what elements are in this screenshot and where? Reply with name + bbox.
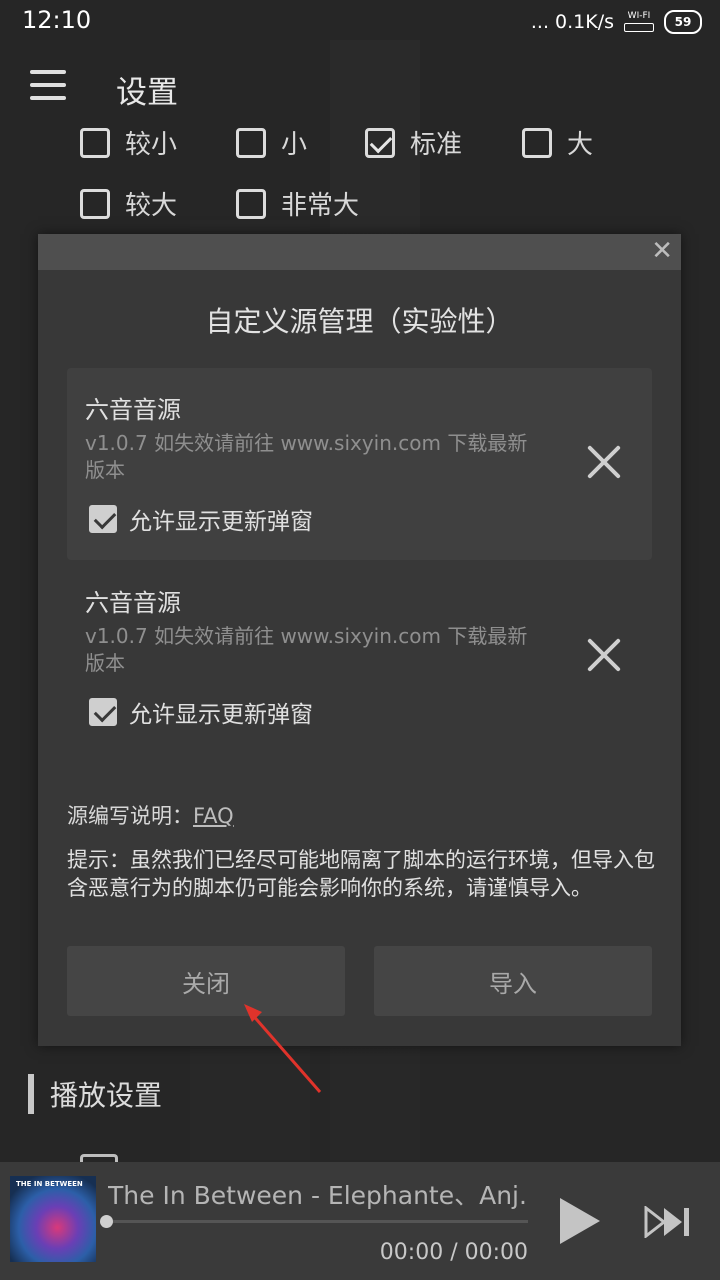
allow-update-popup-checkbox[interactable]: 允许显示更新弹窗 bbox=[89, 695, 313, 729]
progress-bar[interactable] bbox=[100, 1215, 528, 1228]
checkbox[interactable] bbox=[236, 127, 266, 158]
custom-source-dialog: ✕ 自定义源管理（实验性） 六音音源 v1.0.7 如失效请前往 www.six… bbox=[38, 234, 681, 1046]
checkbox-checked[interactable] bbox=[365, 127, 395, 158]
mini-player[interactable]: THE IN BETWEEN The In Between - Elephant… bbox=[0, 1162, 720, 1280]
delete-source-icon[interactable] bbox=[584, 635, 624, 675]
battery-icon: 59 bbox=[664, 10, 702, 34]
annotation-arrow bbox=[244, 1004, 322, 1093]
dialog-header-bar: ✕ bbox=[38, 234, 681, 270]
section-title: 播放设置 bbox=[50, 1079, 163, 1112]
wifi-icon: WI-FI bbox=[624, 12, 654, 32]
allow-label: 允许显示更新弹窗 bbox=[129, 509, 313, 535]
section-marker bbox=[28, 1074, 34, 1114]
wifi-label: WI-FI bbox=[627, 11, 651, 21]
checkbox[interactable] bbox=[80, 127, 110, 158]
network-speed: ... 0.1K/s bbox=[530, 11, 614, 33]
play-icon[interactable] bbox=[560, 1198, 600, 1244]
option-label: 小 bbox=[281, 130, 308, 160]
menu-icon[interactable] bbox=[30, 70, 66, 100]
battery-level: 59 bbox=[674, 15, 692, 29]
font-size-row-2: 较大 非常大 bbox=[80, 185, 359, 222]
source-description: v1.0.7 如失效请前往 www.sixyin.com 下载最新版本 bbox=[85, 624, 528, 675]
option-label: 较小 bbox=[125, 130, 178, 160]
section-header: 播放设置 bbox=[28, 1074, 162, 1114]
font-size-option-very-large[interactable]: 非常大 bbox=[236, 185, 359, 222]
source-name: 六音音源 bbox=[85, 396, 181, 424]
cover-text: THE IN BETWEEN bbox=[16, 1180, 83, 1188]
checkbox-checked[interactable] bbox=[89, 698, 117, 726]
delete-source-icon[interactable] bbox=[584, 442, 624, 482]
font-size-option-standard[interactable]: 标准 bbox=[365, 124, 522, 161]
checkbox[interactable] bbox=[236, 188, 266, 219]
font-size-row-1: 较小 小 标准 大 bbox=[80, 124, 593, 161]
import-button[interactable]: 导入 bbox=[374, 946, 652, 1016]
play-time: 00:00 / 00:00 bbox=[379, 1240, 528, 1265]
source-name: 六音音源 bbox=[85, 589, 181, 617]
checkbox[interactable] bbox=[80, 188, 110, 219]
checkbox[interactable] bbox=[522, 127, 552, 158]
warning-tip: 提示：虽然我们已经尽可能地隔离了脚本的运行环境，但导入包含恶意行为的脚本仍可能会… bbox=[67, 848, 655, 900]
app-bar: 设置 bbox=[0, 50, 720, 120]
next-icon[interactable] bbox=[644, 1206, 692, 1238]
faq-link[interactable]: FAQ bbox=[193, 804, 234, 828]
wifi-bars bbox=[624, 23, 654, 32]
checkbox-checked[interactable] bbox=[89, 505, 117, 533]
allow-label: 允许显示更新弹窗 bbox=[129, 702, 313, 728]
option-label: 较大 bbox=[125, 191, 178, 221]
page-title: 设置 bbox=[116, 75, 178, 111]
source-item[interactable]: 六音音源 v1.0.7 如失效请前往 www.sixyin.com 下载最新版本… bbox=[67, 561, 652, 753]
song-title[interactable]: The In Between - Elephante、Anj... bbox=[108, 1176, 528, 1212]
font-size-option-small[interactable]: 小 bbox=[236, 124, 365, 161]
option-label: 非常大 bbox=[281, 191, 360, 221]
option-label: 大 bbox=[567, 130, 594, 160]
progress-knob[interactable] bbox=[100, 1215, 113, 1228]
album-cover[interactable]: THE IN BETWEEN bbox=[10, 1176, 96, 1262]
font-size-option-larger[interactable]: 较大 bbox=[80, 185, 236, 222]
source-help: 源编写说明：FAQ bbox=[67, 800, 234, 830]
source-description: v1.0.7 如失效请前往 www.sixyin.com 下载最新版本 bbox=[85, 431, 528, 482]
help-prefix: 源编写说明： bbox=[67, 804, 193, 828]
dialog-title: 自定义源管理（实验性） bbox=[205, 305, 514, 338]
status-bar: 12:10 ... 0.1K/s WI-FI 59 bbox=[0, 0, 720, 44]
font-size-option-smaller[interactable]: 较小 bbox=[80, 124, 236, 161]
close-icon[interactable]: ✕ bbox=[651, 236, 673, 266]
allow-update-popup-checkbox[interactable]: 允许显示更新弹窗 bbox=[89, 502, 313, 536]
source-item[interactable]: 六音音源 v1.0.7 如失效请前往 www.sixyin.com 下载最新版本… bbox=[67, 368, 652, 560]
font-size-option-large[interactable]: 大 bbox=[522, 124, 593, 161]
status-indicators: ... 0.1K/s WI-FI 59 bbox=[531, 10, 702, 34]
status-time: 12:10 bbox=[22, 6, 92, 34]
option-label: 标准 bbox=[410, 130, 463, 160]
